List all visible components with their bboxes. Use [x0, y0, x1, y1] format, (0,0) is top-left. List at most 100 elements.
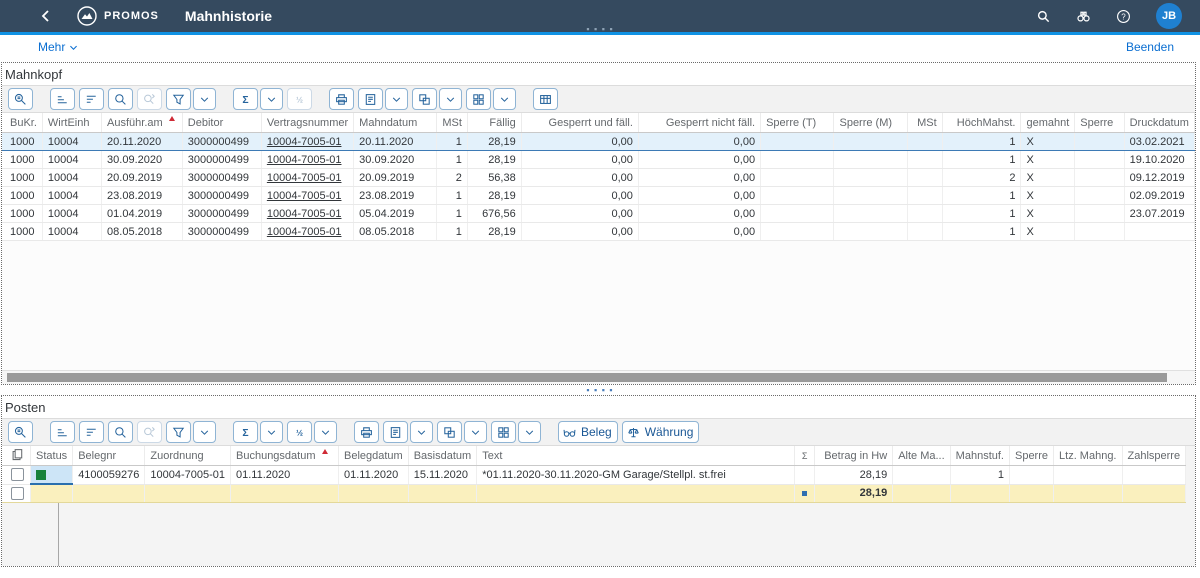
export-button[interactable] [437, 421, 462, 443]
table-row[interactable]: 10001000420.11.2020300000049910004-7005-… [2, 133, 1195, 151]
waehrung-button[interactable]: Währung [622, 421, 700, 443]
print-button[interactable] [354, 421, 379, 443]
column-header-betrag_in_hw[interactable]: Betrag in Hw [815, 446, 893, 466]
table-row[interactable]: 410005927610004-7005-0101.11.202001.11.2… [2, 466, 1186, 485]
search-icon[interactable] [1036, 7, 1054, 25]
column-header-vertragsnummer[interactable]: Vertragsnummer [261, 113, 353, 133]
avatar[interactable]: JB [1156, 3, 1182, 29]
help-icon[interactable]: ? [1116, 7, 1134, 25]
export-dropdown-button[interactable] [439, 88, 462, 110]
column-header-sperre_t[interactable]: Sperre (T) [761, 113, 834, 133]
mahnkopf-horizontal-scrollbar[interactable] [2, 370, 1195, 384]
vertragsnummer-link[interactable]: 10004-7005-01 [267, 190, 342, 202]
total-dropdown-button[interactable] [260, 421, 283, 443]
column-header-sperre2[interactable]: Sperre [1009, 446, 1053, 466]
table-row[interactable]: 10001000430.09.2020300000049910004-7005-… [2, 151, 1195, 169]
change-layout-button[interactable] [491, 421, 516, 443]
export-button[interactable] [412, 88, 437, 110]
set-filter-button[interactable] [166, 88, 191, 110]
column-header-basisdatum[interactable]: Basisdatum [408, 446, 476, 466]
cell-druckdatum: 19.10.2020 [1124, 151, 1194, 169]
column-header-bukr[interactable]: BuKr. [2, 113, 42, 133]
column-header-gesperrt_und_faell[interactable]: Gesperrt und fäll. [521, 113, 638, 133]
column-header-zahlsperre[interactable]: Zahlsperre [1122, 446, 1186, 466]
sort-ascending-button[interactable] [50, 421, 75, 443]
row-checkbox[interactable] [11, 468, 24, 481]
vertragsnummer-link[interactable]: 10004-7005-01 [267, 172, 342, 184]
vertragsnummer-link[interactable]: 10004-7005-01 [267, 154, 342, 166]
cell-gemahnt: X [1021, 205, 1075, 223]
back-button[interactable] [38, 8, 54, 24]
column-header-mahnstuf[interactable]: Mahnstuf. [950, 446, 1009, 466]
sort-descending-button[interactable] [79, 421, 104, 443]
views-dropdown-button[interactable] [410, 421, 433, 443]
column-header-hoechmahst[interactable]: HöchMahst. [942, 113, 1021, 133]
cell-druckdatum: 02.09.2019 [1124, 187, 1194, 205]
column-header-druckdatum[interactable]: Druckdatum [1124, 113, 1194, 133]
set-filter-dropdown-button[interactable] [193, 88, 216, 110]
column-header-ltz_mahng[interactable]: Ltz. Mahng. [1054, 446, 1122, 466]
column-header-text[interactable]: Text [477, 446, 795, 466]
choose-detail-button[interactable] [8, 421, 33, 443]
column-header-mst2[interactable]: MSt [908, 113, 942, 133]
change-layout-button[interactable] [466, 88, 491, 110]
column-header-sperre[interactable]: Sperre [1075, 113, 1124, 133]
panel-splitter[interactable]: ▪ ▪ ▪ ▪ [0, 385, 1200, 395]
vertragsnummer-link[interactable]: 10004-7005-01 [267, 208, 342, 220]
print-button[interactable] [329, 88, 354, 110]
find-next-button [137, 421, 162, 443]
column-header-mst[interactable]: MSt [437, 113, 468, 133]
total-dropdown-button[interactable] [260, 88, 283, 110]
column-header-belegdatum[interactable]: Belegdatum [339, 446, 409, 466]
posten-panel: Posten Σ½BelegWährung StatusBelegnrZuord… [1, 395, 1196, 567]
table-graphics-button[interactable] [533, 88, 558, 110]
column-header-buchungsdatum[interactable]: Buchungsdatum [231, 446, 339, 466]
column-header-gesperrt_nicht_faell[interactable]: Gesperrt nicht fäll. [638, 113, 760, 133]
set-filter-dropdown-button[interactable] [193, 421, 216, 443]
sort-descending-button[interactable] [79, 88, 104, 110]
find-button[interactable] [108, 421, 133, 443]
table-row[interactable]: 10001000408.05.2018300000049910004-7005-… [2, 223, 1195, 241]
views-button[interactable] [358, 88, 383, 110]
column-header-ausfuehr_am[interactable]: Ausführ.am [102, 113, 183, 133]
views-dropdown-button[interactable] [385, 88, 408, 110]
export-dropdown-button[interactable] [464, 421, 487, 443]
vertragsnummer-link[interactable]: 10004-7005-01 [267, 226, 342, 238]
beleg-button[interactable]: Beleg [558, 421, 618, 443]
column-header-gemahnt[interactable]: gemahnt [1021, 113, 1075, 133]
scrollbar-thumb[interactable] [7, 373, 1167, 382]
cell-hoechmahst: 2 [942, 169, 1021, 187]
total-button[interactable]: Σ [233, 421, 258, 443]
column-header-belegnr[interactable]: Belegnr [73, 446, 145, 466]
find-button[interactable] [108, 88, 133, 110]
column-header-sperre_m[interactable]: Sperre (M) [834, 113, 908, 133]
change-layout-dropdown-button[interactable] [493, 88, 516, 110]
mehr-menu-button[interactable]: Mehr [38, 40, 79, 54]
subtotals-button[interactable]: ½ [287, 421, 312, 443]
vertragsnummer-link[interactable]: 10004-7005-01 [267, 136, 342, 148]
column-header-wirteinh[interactable]: WirtEinh [42, 113, 101, 133]
set-filter-button[interactable] [166, 421, 191, 443]
sum-row-checkbox[interactable] [11, 487, 24, 500]
column-header-debitor[interactable]: Debitor [182, 113, 261, 133]
column-header-alte_ma[interactable]: Alte Ma... [893, 446, 950, 466]
binoculars-icon[interactable] [1076, 7, 1094, 25]
change-layout-dropdown-button[interactable] [518, 421, 541, 443]
table-row[interactable]: 10001000401.04.2019300000049910004-7005-… [2, 205, 1195, 223]
column-header-mark[interactable] [2, 446, 31, 466]
table-row[interactable]: 10001000423.08.2019300000049910004-7005-… [2, 187, 1195, 205]
choose-detail-button[interactable] [8, 88, 33, 110]
sort-ascending-button[interactable] [50, 88, 75, 110]
beenden-button[interactable]: Beenden [1126, 40, 1174, 54]
column-header-zuordnung[interactable]: Zuordnung [145, 446, 231, 466]
column-header-faellig[interactable]: Fällig [467, 113, 521, 133]
table-row[interactable]: 10001000420.09.2019300000049910004-7005-… [2, 169, 1195, 187]
cell-mst2 [908, 223, 942, 241]
total-button[interactable]: Σ [233, 88, 258, 110]
column-header-mahndatum[interactable]: Mahndatum [354, 113, 437, 133]
subtotals-dropdown-button[interactable] [314, 421, 337, 443]
views-button[interactable] [383, 421, 408, 443]
column-header-status[interactable]: Status [31, 446, 73, 466]
column-header-sigma[interactable]: Σ [795, 446, 815, 466]
cell-sperre_t [761, 205, 834, 223]
